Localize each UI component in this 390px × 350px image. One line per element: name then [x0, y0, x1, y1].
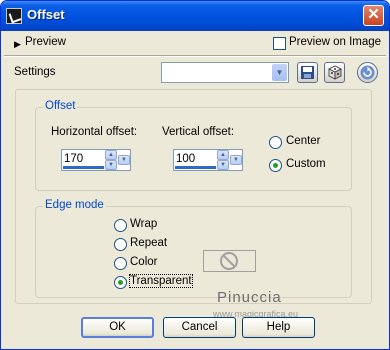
chevron-down-icon[interactable]: ▼: [272, 64, 287, 81]
repeat-radio-label[interactable]: Repeat: [130, 237, 167, 249]
reset-icon: [360, 65, 375, 80]
randomize-icon: [328, 65, 342, 80]
color-radio-label[interactable]: Color: [130, 256, 157, 268]
randomize-button[interactable]: [324, 62, 345, 83]
custom-radio[interactable]: [269, 159, 282, 172]
preview-on-image-label: Preview on Image: [289, 36, 382, 48]
wrap-radio-label[interactable]: Wrap: [130, 218, 157, 230]
center-radio-label[interactable]: Center: [286, 135, 321, 147]
value-slider-bar[interactable]: [63, 166, 104, 169]
spin-down-icon[interactable]: ▼: [105, 160, 117, 170]
horizontal-offset-input[interactable]: 170 ▲ ▼ ▼: [61, 149, 131, 171]
repeat-radio[interactable]: [114, 238, 127, 251]
title-bar[interactable]: Offset ✕: [1, 1, 389, 31]
watermark-name: Pinuccia: [217, 289, 282, 306]
chevron-down-icon[interactable]: ▼: [118, 155, 130, 165]
vertical-offset-label: Vertical offset:: [162, 126, 235, 138]
separator: [4, 55, 386, 57]
custom-radio-label[interactable]: Custom: [286, 158, 326, 170]
transparent-radio[interactable]: [114, 276, 127, 289]
save-preset-icon: [301, 66, 314, 79]
horizontal-offset-value[interactable]: 170: [64, 153, 83, 165]
value-slider-bar[interactable]: [175, 166, 216, 169]
color-radio[interactable]: [114, 257, 127, 270]
edge-mode-group: [35, 206, 352, 298]
transparent-radio-label[interactable]: Transparent: [129, 274, 193, 288]
vertical-offset-value[interactable]: 100: [176, 153, 195, 165]
close-icon[interactable]: ✕: [363, 5, 384, 26]
offset-group-title: Offset: [43, 100, 78, 112]
edge-mode-group-title: Edge mode: [43, 199, 106, 211]
app-icon: [6, 8, 22, 24]
ok-button[interactable]: OK: [81, 317, 154, 338]
wrap-radio[interactable]: [114, 219, 127, 232]
spin-up-icon[interactable]: ▲: [105, 150, 117, 160]
offset-dialog: Offset ✕ ▶ Preview Preview on Image Sett…: [0, 0, 390, 350]
spin-up-icon[interactable]: ▲: [217, 150, 229, 160]
window-title: Offset: [27, 7, 65, 22]
center-radio[interactable]: [269, 136, 282, 149]
horizontal-offset-label: Horizontal offset:: [51, 126, 138, 138]
cancel-button[interactable]: Cancel: [163, 317, 236, 338]
help-button[interactable]: Help: [242, 317, 315, 338]
preview-toggle-label[interactable]: Preview: [25, 36, 66, 48]
spin-down-icon[interactable]: ▼: [217, 160, 229, 170]
preview-on-image-checkbox[interactable]: [273, 37, 286, 50]
no-color-icon: [220, 252, 238, 270]
settings-preset-dropdown[interactable]: ▼: [161, 62, 289, 83]
save-preset-button[interactable]: [297, 62, 318, 83]
vertical-offset-input[interactable]: 100 ▲ ▼ ▼: [173, 149, 243, 171]
chevron-down-icon[interactable]: ▼: [230, 155, 242, 165]
settings-label: Settings: [14, 66, 56, 78]
edge-color-swatch[interactable]: [203, 250, 256, 272]
expand-arrow-icon[interactable]: ▶: [14, 39, 21, 50]
reset-button[interactable]: [357, 62, 378, 83]
